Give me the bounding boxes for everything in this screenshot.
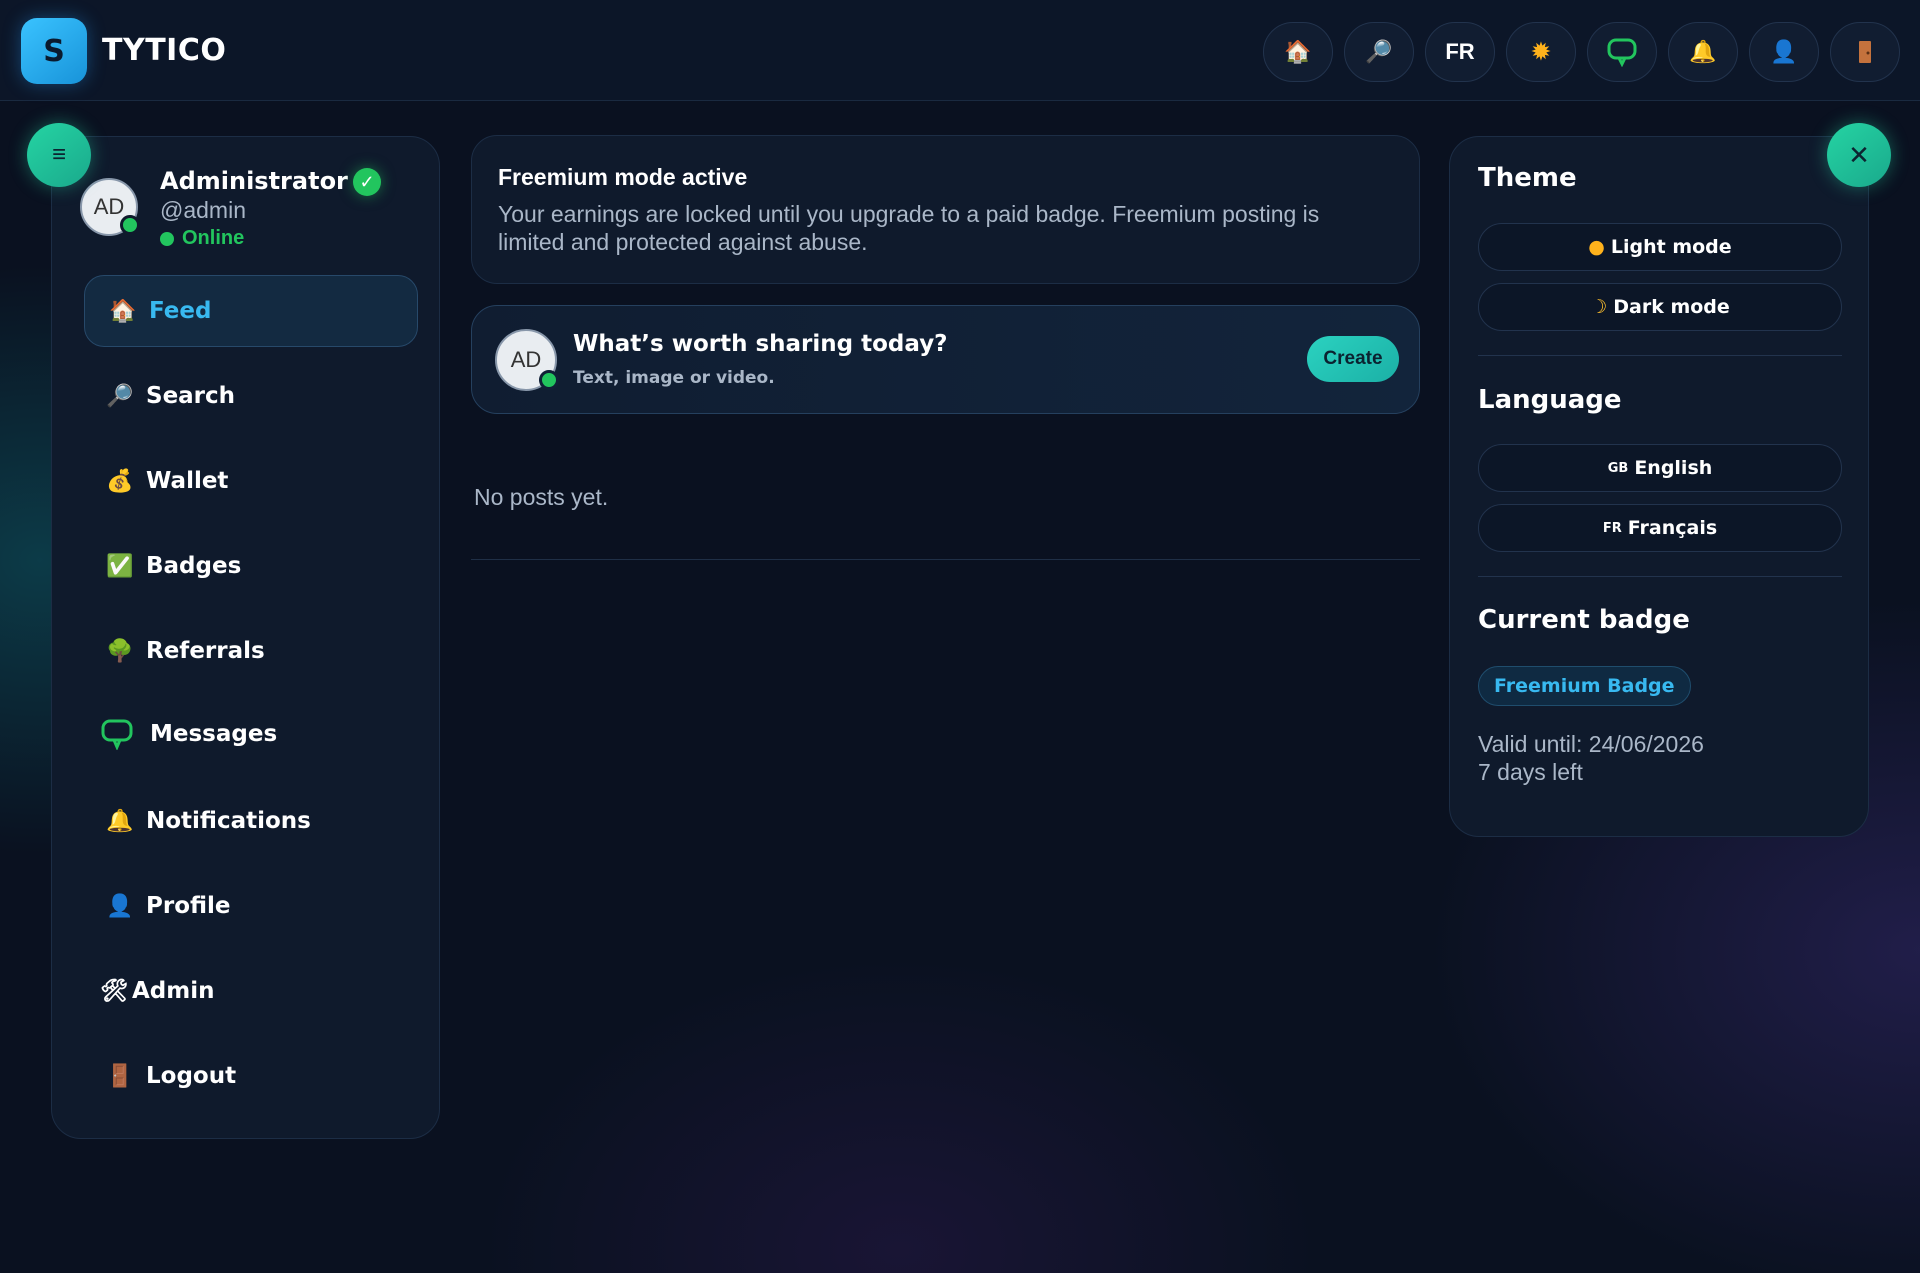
tree-icon: 🌳	[106, 638, 134, 664]
post-composer[interactable]: AD What’s worth sharing today? Text, ima…	[471, 305, 1420, 414]
notice-title: Freemium mode active	[498, 164, 748, 190]
tools-icon: 🛠	[100, 978, 128, 1004]
french-button[interactable]: FR Français	[1478, 504, 1842, 552]
days-left-text: 7 days left	[1478, 759, 1583, 785]
sidebar-item-label: Messages	[150, 721, 278, 747]
sidebar-item-admin[interactable]: 🛠 Admin	[84, 955, 418, 1027]
avatar-initials: AD	[510, 347, 542, 372]
valid-until-text: Valid until: 24/06/2026	[1478, 731, 1704, 757]
sidebar-item-label: Referrals	[146, 638, 265, 664]
divider	[471, 559, 1420, 560]
divider	[1478, 355, 1842, 356]
english-label: English	[1634, 457, 1713, 479]
menu-icon: ≡	[51, 141, 66, 168]
profile-icon: 👤	[106, 893, 134, 919]
sidebar-item-label: Logout	[146, 1063, 237, 1089]
sidebar-item-label: Notifications	[146, 808, 311, 834]
sidebar-item-badges[interactable]: ✅ Badges	[84, 530, 418, 602]
freemium-notice: Freemium mode active Your earnings are l…	[471, 135, 1420, 284]
menu-button[interactable]: ≡	[27, 123, 91, 187]
sidebar-item-profile[interactable]: 👤 Profile	[84, 870, 418, 942]
gb-flag-icon: GB	[1607, 460, 1629, 476]
sidebar-item-label: Badges	[146, 553, 242, 579]
user-name: Administrator	[160, 167, 348, 195]
english-button[interactable]: GB English	[1478, 444, 1842, 492]
sidebar-item-label: Feed	[149, 298, 212, 324]
logo-mark[interactable]: S	[21, 18, 87, 84]
sidebar-item-search[interactable]: 🔎 Search	[84, 360, 418, 432]
notifications-button[interactable]: 🔔	[1668, 22, 1738, 82]
composer-subtitle: Text, image or video.	[573, 368, 775, 388]
sidebar-item-logout[interactable]: 🚪 Logout	[84, 1040, 418, 1112]
bell-icon: 🔔	[1689, 39, 1717, 64]
language-toggle-button[interactable]: FR	[1425, 22, 1495, 82]
moon-icon: ☽	[1590, 296, 1608, 318]
profile-icon: 👤	[1770, 39, 1798, 64]
door-icon: 🚪	[106, 1063, 134, 1089]
money-bag-icon: 💰	[106, 468, 134, 494]
avatar-initials: AD	[93, 194, 125, 219]
sidebar-item-wallet[interactable]: 💰 Wallet	[84, 445, 418, 517]
status-dot	[160, 231, 174, 246]
light-mode-label: Light mode	[1610, 236, 1732, 258]
sidebar-item-notifications[interactable]: 🔔 Notifications	[84, 785, 418, 857]
search-button[interactable]: 🔎	[1344, 22, 1414, 82]
sidebar-item-messages[interactable]: Messages	[84, 698, 418, 770]
sidebar-item-feed[interactable]: 🏠 Feed	[84, 275, 418, 347]
avatar[interactable]: AD	[80, 178, 140, 236]
home-icon: 🏠	[109, 298, 137, 324]
fr-flag-icon: FR	[1602, 520, 1622, 536]
create-button[interactable]: Create	[1307, 336, 1399, 382]
empty-feed-text: No posts yet.	[474, 484, 609, 510]
badge-heading: Current badge	[1478, 605, 1690, 635]
user-handle: @admin	[160, 197, 246, 223]
composer-title: What’s worth sharing today?	[573, 331, 948, 357]
divider	[1478, 576, 1842, 577]
sidebar-item-referrals[interactable]: 🌳 Referrals	[84, 615, 418, 687]
online-dot	[120, 215, 140, 235]
check-icon: ✅	[106, 553, 134, 579]
messages-button[interactable]	[1587, 22, 1657, 82]
home-button[interactable]: 🏠	[1263, 22, 1333, 82]
sun-icon: ●	[1588, 236, 1605, 258]
online-dot	[539, 370, 559, 390]
sidebar-item-label: Wallet	[146, 468, 229, 494]
composer-avatar: AD	[495, 329, 559, 391]
brand-name[interactable]: TYTICO	[102, 33, 226, 68]
profile-button[interactable]: 👤	[1749, 22, 1819, 82]
dark-mode-button[interactable]: ☽ Dark mode	[1478, 283, 1842, 331]
dark-mode-label: Dark mode	[1613, 296, 1730, 318]
close-panel-button[interactable]: ✕	[1827, 123, 1891, 187]
sidebar-item-label: Admin	[132, 978, 215, 1004]
door-icon	[1859, 41, 1871, 63]
theme-button[interactable]: ✹	[1506, 22, 1576, 82]
bell-icon: 🔔	[106, 808, 134, 834]
french-label: Français	[1627, 517, 1718, 539]
sidebar-item-label: Search	[146, 383, 236, 409]
top-actions: 🏠 🔎 FR ✹ 🔔 👤	[1263, 22, 1900, 82]
badge-validity: Valid until: 24/06/2026 7 days left	[1478, 730, 1704, 786]
search-icon: 🔎	[1365, 39, 1393, 64]
verified-icon: ✓	[353, 168, 381, 196]
theme-heading: Theme	[1478, 163, 1577, 193]
sidebar: AD Administrator ✓ @admin Online 🏠 Feed …	[51, 136, 440, 1139]
sidebar-item-label: Profile	[146, 893, 231, 919]
status-badge: Online	[160, 227, 244, 250]
notice-text: Your earnings are locked until you upgra…	[498, 201, 1320, 255]
current-badge-chip[interactable]: Freemium Badge	[1478, 666, 1691, 706]
language-heading: Language	[1478, 385, 1622, 415]
status-text: Online	[182, 227, 245, 249]
settings-panel: Theme ● Light mode ☽ Dark mode Language …	[1449, 136, 1869, 837]
search-icon: 🔎	[106, 383, 134, 409]
close-icon: ✕	[1848, 139, 1870, 170]
chat-icon	[101, 719, 133, 750]
top-bar: S TYTICO 🏠 🔎 FR ✹ 🔔 👤	[0, 0, 1920, 101]
logout-button[interactable]	[1830, 22, 1900, 82]
chat-icon	[1607, 38, 1637, 67]
sun-icon: ✹	[1531, 39, 1551, 64]
light-mode-button[interactable]: ● Light mode	[1478, 223, 1842, 271]
home-icon: 🏠	[1284, 39, 1312, 64]
